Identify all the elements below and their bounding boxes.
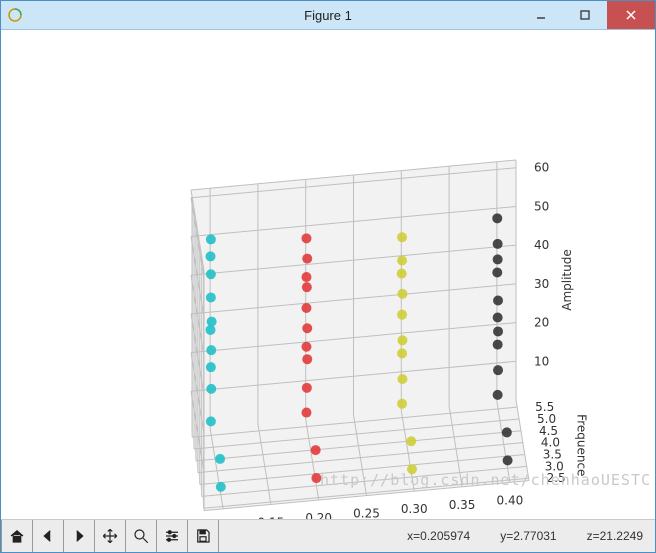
coord-x: x=0.205974 — [407, 529, 470, 543]
pan-button[interactable] — [95, 520, 126, 552]
forward-button[interactable] — [64, 520, 95, 552]
svg-text:5.5: 5.5 — [535, 400, 554, 414]
configure-subplots-button[interactable] — [157, 520, 188, 552]
save-button[interactable] — [188, 520, 219, 552]
svg-text:10: 10 — [534, 354, 549, 368]
svg-text:Amplitude: Amplitude — [560, 249, 574, 311]
matplotlib-figure-window: Figure 1 1020304050600.100.150.200.250.3… — [0, 0, 656, 553]
svg-text:0.25: 0.25 — [353, 507, 380, 519]
svg-text:0.30: 0.30 — [401, 502, 428, 516]
zoom-button[interactable] — [126, 520, 157, 552]
svg-text:40: 40 — [534, 238, 549, 252]
figure-canvas[interactable]: 1020304050600.100.150.200.250.300.350.40… — [1, 30, 655, 519]
back-button[interactable] — [33, 520, 64, 552]
app-icon — [7, 7, 23, 23]
svg-text:20: 20 — [534, 316, 549, 330]
navigation-toolbar: x=0.205974 y=2.77031 z=21.2249 — [1, 519, 655, 552]
minimize-button[interactable] — [519, 1, 563, 29]
svg-text:60: 60 — [534, 161, 549, 175]
axes3d[interactable]: 1020304050600.100.150.200.250.300.350.40… — [1, 30, 655, 519]
coordinate-readout: x=0.205974 y=2.77031 z=21.2249 — [407, 520, 643, 552]
maximize-button[interactable] — [563, 1, 607, 29]
close-button[interactable] — [607, 1, 655, 29]
coord-y: y=2.77031 — [500, 529, 556, 543]
titlebar[interactable]: Figure 1 — [1, 1, 655, 30]
home-button[interactable] — [1, 520, 33, 552]
window-controls — [519, 1, 655, 29]
svg-text:Frequence: Frequence — [575, 414, 589, 476]
svg-text:30: 30 — [534, 277, 549, 291]
svg-text:0.20: 0.20 — [305, 511, 332, 519]
coord-z: z=21.2249 — [587, 529, 643, 543]
svg-text:0.35: 0.35 — [449, 498, 476, 512]
svg-text:50: 50 — [534, 199, 549, 213]
svg-text:0.40: 0.40 — [497, 493, 524, 507]
watermark-text: http://blog.csdn.net/chenhaoUESTC — [320, 471, 651, 489]
